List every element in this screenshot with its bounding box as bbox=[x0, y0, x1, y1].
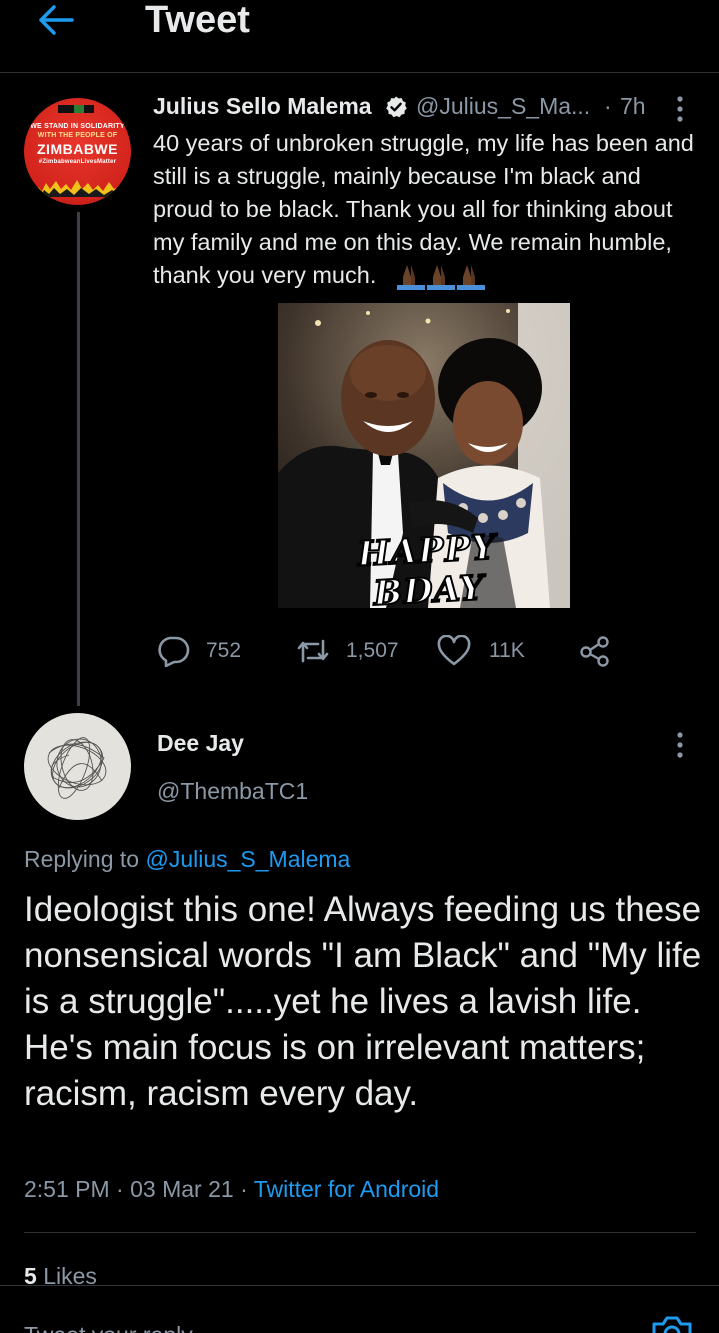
divider bbox=[24, 1232, 696, 1233]
reply-icon[interactable] bbox=[156, 635, 190, 667]
more-options-icon[interactable] bbox=[670, 94, 690, 124]
likes-summary[interactable]: 5 Likes bbox=[24, 1263, 97, 1285]
like-count: 11K bbox=[489, 639, 525, 662]
meta-separator: · bbox=[240, 1176, 248, 1202]
retweet-count: 1,507 bbox=[346, 639, 399, 662]
page-title: Tweet bbox=[145, 0, 250, 41]
reply-composer[interactable]: Tweet your reply bbox=[0, 1285, 719, 1333]
replying-to-line: Replying to @Julius_S_Malema bbox=[24, 846, 350, 873]
arrow-left-icon[interactable] bbox=[36, 2, 76, 38]
like-heart-icon[interactable] bbox=[437, 635, 471, 667]
likes-label: Likes bbox=[43, 1263, 97, 1285]
tweet-source-link[interactable]: Twitter for Android bbox=[254, 1176, 439, 1202]
replying-to-prefix: Replying to bbox=[24, 846, 140, 872]
share-icon[interactable] bbox=[578, 635, 612, 667]
top-bar: Tweet bbox=[0, 0, 719, 73]
tweet-timestamp: 2:51 PM bbox=[24, 1176, 110, 1202]
avatar-text-hashtag: #ZimbabweanLivesMatter bbox=[38, 159, 117, 165]
tweet-text: 40 years of unbroken struggle, my life h… bbox=[153, 127, 703, 292]
tweet-metadata: 2:51 PM · 03 Mar 21 · Twitter for Androi… bbox=[24, 1176, 439, 1203]
reply-tweet-text: Ideologist this one! Always feeding us t… bbox=[24, 890, 702, 1113]
avatar-text-mid: WITH THE PEOPLE OF bbox=[37, 132, 118, 139]
verified-badge-icon bbox=[386, 96, 407, 118]
crowd-silhouette-icon bbox=[34, 180, 121, 197]
reply-author-handle[interactable]: @ThembaTC1 bbox=[157, 778, 308, 805]
image-caption: HAPPY BDAY bbox=[356, 526, 499, 608]
author-name[interactable]: Julius Sello Malema bbox=[153, 93, 372, 120]
likes-count: 5 bbox=[24, 1263, 37, 1285]
tweet-date: 03 Mar 21 bbox=[130, 1176, 234, 1202]
praying-hands-emoji-icon bbox=[396, 264, 485, 290]
tweet-time[interactable]: 7h bbox=[620, 93, 646, 120]
reply-author-name[interactable]: Dee Jay bbox=[157, 730, 244, 757]
avatar-text-big: ZIMBABWE bbox=[37, 141, 118, 157]
eff-flag-icon bbox=[58, 105, 94, 113]
avatar-text-top: WE STAND IN SOLIDARITY bbox=[30, 123, 125, 130]
tweet-image[interactable]: HAPPY BDAY bbox=[278, 303, 570, 608]
scribble-avatar-image bbox=[47, 737, 107, 799]
author-handle[interactable]: @Julius_S_Ma... bbox=[416, 93, 590, 120]
author-avatar[interactable]: WE STAND IN SOLIDARITY WITH THE PEOPLE O… bbox=[24, 98, 131, 205]
replying-to-link[interactable]: @Julius_S_Malema bbox=[145, 846, 350, 872]
meta-separator: · bbox=[116, 1176, 124, 1202]
meta-separator: · bbox=[604, 93, 612, 119]
retweet-icon[interactable] bbox=[296, 635, 330, 667]
camera-icon[interactable] bbox=[650, 1314, 694, 1333]
tweet-actions: 752 1,507 11K bbox=[0, 632, 719, 670]
reply-author-avatar[interactable] bbox=[24, 713, 131, 820]
more-options-icon[interactable] bbox=[670, 730, 690, 760]
reply-input-placeholder[interactable]: Tweet your reply bbox=[24, 1322, 193, 1333]
reply-count: 752 bbox=[206, 639, 242, 662]
